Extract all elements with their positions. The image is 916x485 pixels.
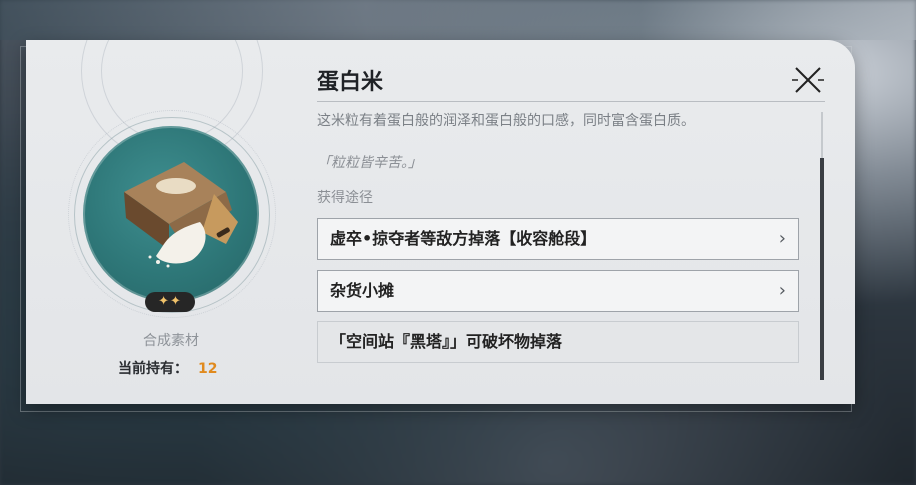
source-item-shop[interactable]: 杂货小摊 › [317, 270, 799, 312]
background-stripe [0, 0, 916, 40]
owned-number: 12 [198, 361, 218, 377]
item-detail-panel: ✦✦ 合成素材 当前持有： 12 蛋白米 这米粒有着蛋白般的润泽和蛋白般的口感，同… [26, 40, 855, 404]
close-button[interactable] [790, 62, 826, 98]
owned-count: 当前持有： 12 [118, 358, 217, 378]
source-item-label: 「空间站『黑塔』」可破坏物掉落 [330, 332, 563, 351]
source-item-enemy-drop[interactable]: 虚卒•掠夺者等敌方掉落【收容舱段】 › [317, 218, 799, 260]
rice-bag-icon [124, 162, 238, 268]
item-flavor-text: 「粒粒皆辛苦。」 [317, 155, 422, 171]
title-divider [317, 101, 825, 102]
source-item-label: 杂货小摊 [330, 281, 395, 300]
chevron-right-icon: › [778, 280, 786, 301]
item-icon-area: ✦✦ 合成素材 当前持有： 12 [26, 40, 316, 404]
scrollbar-thumb[interactable] [820, 158, 824, 380]
item-category: 合成素材 [143, 333, 199, 349]
item-description: 这米粒有着蛋白般的润泽和蛋白般的口感，同时富含蛋白质。 [317, 113, 695, 129]
chevron-right-icon: › [778, 228, 786, 249]
owned-label: 当前持有： [118, 361, 188, 377]
source-item-destructible: 「空间站『黑塔』」可破坏物掉落 [317, 321, 799, 363]
rarity-stars: ✦✦ [145, 292, 195, 312]
item-title: 蛋白米 [317, 70, 384, 95]
source-item-label: 虚卒•掠夺者等敌方掉落【收容舱段】 [330, 229, 597, 248]
sources-label: 获得途径 [317, 190, 373, 206]
close-icon [792, 67, 824, 93]
